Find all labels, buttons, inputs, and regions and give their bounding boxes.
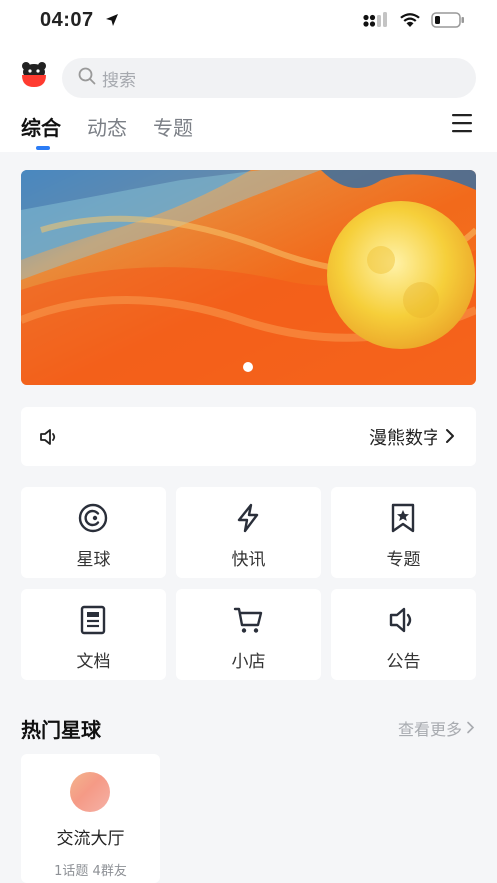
search-placeholder: 搜索	[102, 70, 136, 91]
cart-icon	[232, 604, 264, 636]
shortcut-grid: 星球 快讯 专题 文档 小店 公告	[21, 487, 476, 680]
planet-name: 交流大厅	[56, 829, 125, 849]
shortcut-planet[interactable]: 星球	[21, 487, 166, 578]
shortcut-label: 公告	[386, 652, 421, 672]
banner-image	[21, 170, 476, 385]
location-arrow-icon	[105, 12, 119, 31]
wifi-icon	[399, 12, 421, 32]
search-icon	[78, 67, 96, 89]
announcement-bar[interactable]: 漫熊数字	[21, 407, 476, 466]
app-logo-icon[interactable]	[20, 60, 48, 88]
shortcut-topics[interactable]: 专题	[331, 487, 476, 578]
speaker-icon	[387, 604, 419, 636]
planet-avatar	[70, 772, 110, 812]
tab-bar: 综合 动态 专题	[0, 108, 497, 152]
signal-icon	[363, 11, 389, 33]
status-bar: 04:07	[0, 0, 497, 46]
bookmark-star-icon	[387, 502, 419, 534]
top-area: 04:07 搜索 综合 动态 专题	[0, 0, 497, 152]
speaker-icon	[38, 426, 60, 452]
view-more-label: 查看更多	[397, 720, 462, 739]
shortcut-documents[interactable]: 文档	[21, 589, 166, 680]
planet-icon	[77, 502, 109, 534]
announcement-text: 漫熊数字	[369, 428, 437, 449]
lightning-icon	[232, 502, 264, 534]
shortcut-label: 文档	[76, 652, 111, 672]
carousel-indicator-dot[interactable]	[243, 362, 253, 372]
hot-planets-title: 热门星球	[21, 718, 101, 742]
tab-overview[interactable]: 综合	[21, 112, 61, 141]
shortcut-label: 专题	[386, 550, 421, 570]
banner-carousel[interactable]	[21, 170, 476, 385]
tab-activity[interactable]: 动态	[87, 112, 127, 141]
document-icon	[77, 604, 109, 636]
tab-topics[interactable]: 专题	[153, 112, 193, 141]
shortcut-label: 快讯	[231, 550, 266, 570]
chevron-right-icon	[444, 428, 456, 448]
shortcut-label: 小店	[231, 652, 266, 672]
battery-icon	[431, 12, 465, 32]
shortcut-shop[interactable]: 小店	[176, 589, 321, 680]
search-input[interactable]: 搜索	[62, 58, 476, 98]
chevron-right-icon	[466, 719, 475, 738]
active-tab-indicator	[36, 146, 50, 150]
status-indicators	[363, 11, 465, 33]
search-row: 搜索	[0, 46, 497, 108]
shortcut-announcements[interactable]: 公告	[331, 589, 476, 680]
status-time: 04:07	[40, 9, 94, 31]
view-more-link[interactable]: 查看更多	[398, 716, 475, 740]
shortcut-label: 星球	[76, 550, 111, 570]
planet-meta: 1话题 4群友	[54, 864, 127, 879]
shortcut-news[interactable]: 快讯	[176, 487, 321, 578]
planet-card[interactable]: 交流大厅 1话题 4群友	[21, 754, 160, 883]
menu-icon[interactable]	[451, 112, 473, 134]
